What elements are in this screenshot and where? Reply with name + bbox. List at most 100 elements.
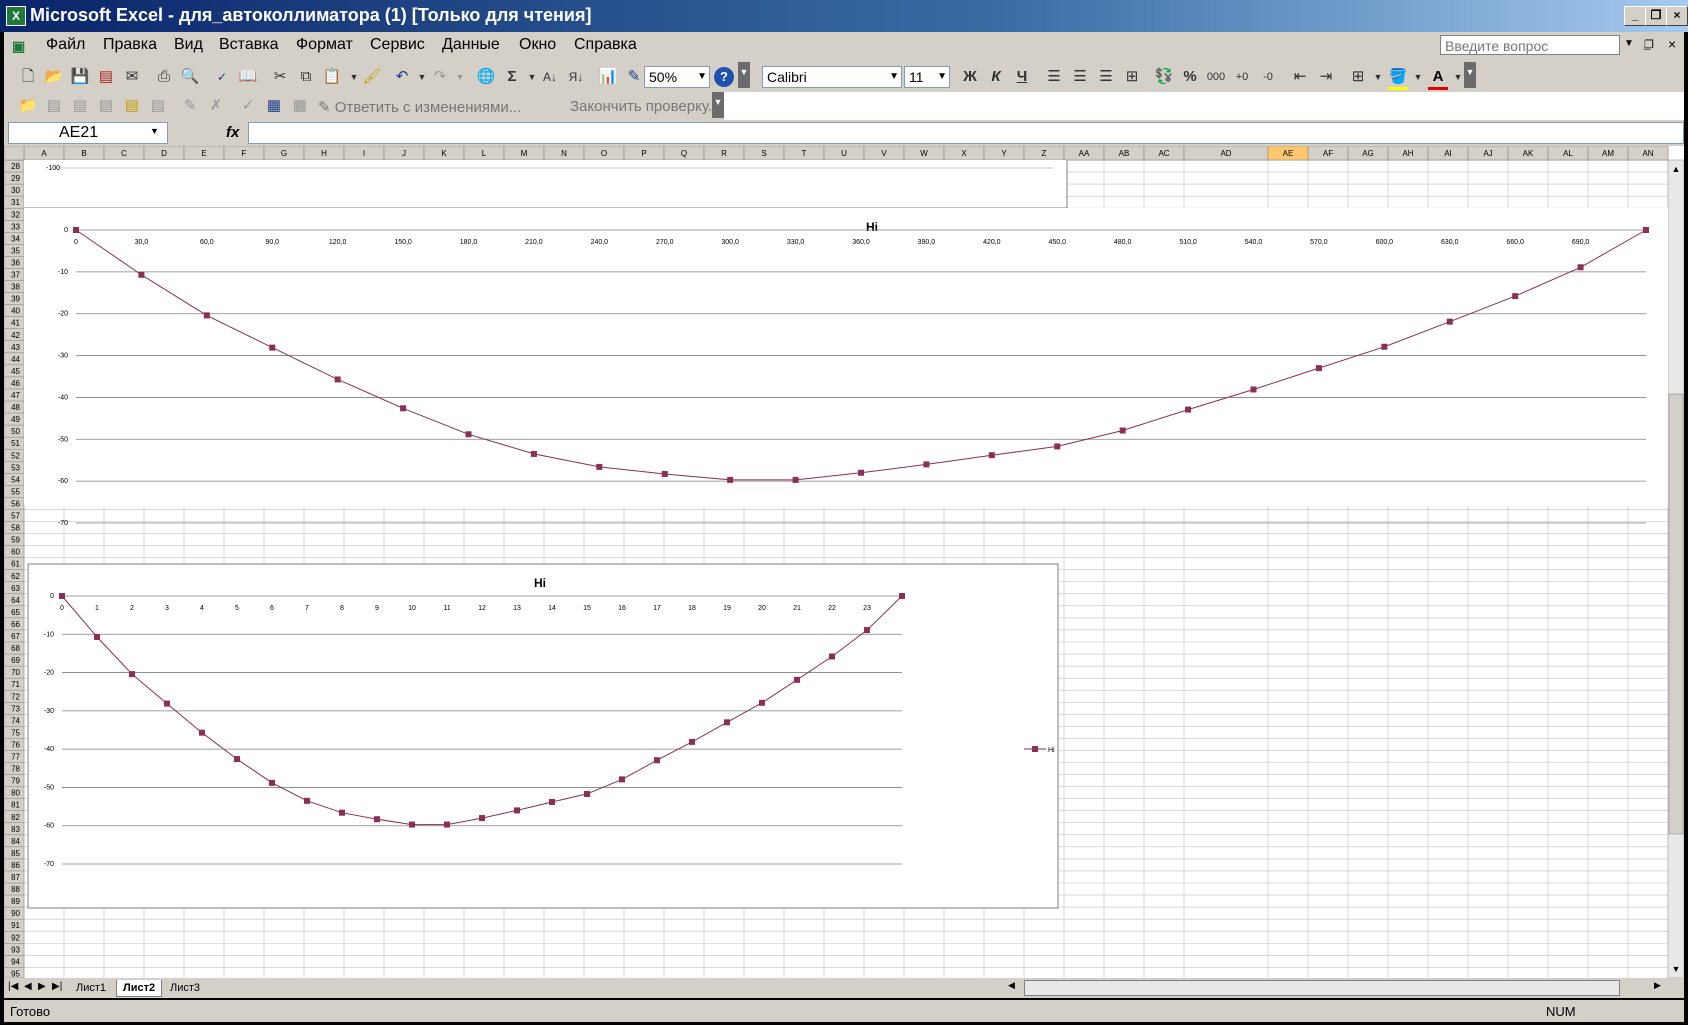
align-center-icon[interactable]: ☰ xyxy=(1070,67,1090,87)
percent-button[interactable]: % xyxy=(1180,67,1200,87)
reply-with-changes-button[interactable]: ✎ Ответить с изменениями... xyxy=(318,98,521,116)
autosum-icon[interactable]: Σ xyxy=(502,67,522,87)
menu-view[interactable]: Вид xyxy=(174,36,203,54)
reviewing-pane-icon[interactable]: ▦ xyxy=(264,96,284,116)
font-name-select[interactable]: Calibri ▼ xyxy=(762,66,902,88)
next-sheet-icon[interactable]: ▶ xyxy=(38,981,46,992)
menu-file[interactable]: Файл xyxy=(46,36,85,54)
delete-comment-icon[interactable]: ✗ xyxy=(206,96,226,116)
hscroll-left-icon[interactable]: ◀ xyxy=(1008,980,1018,994)
sheet-tab-2[interactable]: Лист2 xyxy=(116,980,163,997)
chart-wizard-icon[interactable]: 📊 xyxy=(598,67,618,87)
edit-comment-icon[interactable]: ✎ xyxy=(180,96,200,116)
doc-restore-icon[interactable]: ❐ xyxy=(1644,38,1654,51)
autosum-dropdown-icon[interactable]: ▼ xyxy=(522,67,542,87)
align-right-icon[interactable]: ☰ xyxy=(1096,67,1116,87)
font-size-select[interactable]: 11 ▼ xyxy=(904,66,950,88)
redo-icon[interactable]: ↷ xyxy=(430,67,450,87)
worksheet-area[interactable]: A B C D E F G H I J K L M N O P Q R S T U V W X Y Z AA AB AC AD AE AF AG… xyxy=(4,146,1684,978)
align-left-icon[interactable]: ☰ xyxy=(1044,67,1064,87)
menu-format[interactable]: Формат xyxy=(296,36,353,54)
zoom-select[interactable]: 50% ▼ xyxy=(644,66,710,88)
formatting-toolbar-options-icon[interactable]: ▼ xyxy=(1464,62,1476,88)
document-icon[interactable]: ▣ xyxy=(12,38,25,55)
last-sheet-icon[interactable]: ▶| xyxy=(52,981,62,992)
menu-help[interactable]: Справка xyxy=(574,36,637,54)
help-icon[interactable]: ? xyxy=(714,67,734,87)
spelling-icon[interactable]: ✓ xyxy=(212,67,232,87)
increase-decimal-icon[interactable]: +0 xyxy=(1232,67,1252,87)
thousands-button[interactable]: 000 xyxy=(1206,67,1226,87)
excel-app-icon[interactable]: X xyxy=(6,6,26,26)
undo-dropdown-icon[interactable]: ▼ xyxy=(412,67,432,87)
borders-dropdown-icon[interactable]: ▼ xyxy=(1368,67,1388,87)
copy-icon[interactable]: ⧉ xyxy=(296,67,316,87)
track-changes-icon[interactable]: ✓ xyxy=(238,96,258,116)
sort-ascending-icon[interactable]: A↓ xyxy=(540,67,560,87)
cut-icon[interactable]: ✂ xyxy=(270,67,290,87)
bold-button[interactable]: Ж xyxy=(960,67,980,87)
decrease-indent-icon[interactable]: ⇤ xyxy=(1290,67,1310,87)
hscroll-right-icon[interactable]: ▶ xyxy=(1654,980,1664,994)
decrease-decimal-icon[interactable]: -0 xyxy=(1258,67,1278,87)
review-icon-5[interactable]: ▤ xyxy=(148,96,168,116)
fill-color-icon[interactable]: 🪣 xyxy=(1388,67,1408,90)
restore-icon[interactable]: ❐ xyxy=(1645,6,1667,26)
borders-icon[interactable]: ⊞ xyxy=(1348,67,1368,87)
folder-icon[interactable]: 📁 xyxy=(18,96,38,116)
review-icon-3[interactable]: ▤ xyxy=(96,96,116,116)
toolbar-options-icon[interactable]: ▼ xyxy=(738,62,750,88)
paste-icon[interactable]: 📋 xyxy=(322,67,342,87)
format-painter-icon[interactable]: 🖌 xyxy=(362,67,382,87)
menu-insert[interactable]: Вставка xyxy=(219,36,278,54)
doc-close-icon[interactable]: × xyxy=(1668,36,1676,52)
review-icon-2[interactable]: ▤ xyxy=(70,96,90,116)
font-name-dropdown-icon[interactable]: ▼ xyxy=(889,67,899,87)
paste-dropdown-icon[interactable]: ▼ xyxy=(344,67,364,87)
currency-icon[interactable]: 💱 xyxy=(1154,67,1174,87)
menu-tools[interactable]: Сервис xyxy=(370,36,425,54)
name-box[interactable]: AE21 xyxy=(8,122,168,144)
review-icon-4[interactable]: ▤ xyxy=(122,96,142,116)
ask-question-input[interactable]: Введите вопрос xyxy=(1440,35,1620,55)
new-icon[interactable]: 🗋 xyxy=(18,67,38,87)
print-icon[interactable]: ⎙ xyxy=(154,67,174,87)
menu-edit[interactable]: Правка xyxy=(103,36,157,54)
end-review-button[interactable]: Закончить проверку... xyxy=(570,98,720,115)
merge-center-icon[interactable]: ⊞ xyxy=(1122,67,1142,87)
open-icon[interactable]: 📂 xyxy=(44,67,64,87)
fill-color-dropdown-icon[interactable]: ▼ xyxy=(1408,67,1428,87)
sheet-tab-1[interactable]: Лист1 xyxy=(70,980,112,996)
drawing-icon[interactable]: ✎ xyxy=(624,67,644,87)
permission-icon[interactable]: ▤ xyxy=(96,67,116,87)
sheet-tab-3[interactable]: Лист3 xyxy=(164,980,206,996)
undo-icon[interactable]: ↶ xyxy=(392,67,412,87)
prev-sheet-icon[interactable]: ◀ xyxy=(24,981,32,992)
underline-button[interactable]: Ч xyxy=(1012,67,1032,87)
ask-dropdown-icon[interactable]: ▼ xyxy=(1624,38,1634,49)
review-icon-1[interactable]: ▤ xyxy=(44,96,64,116)
reviewing-toolbar-options-icon[interactable]: ▼ xyxy=(712,92,724,118)
menu-window[interactable]: Окно xyxy=(519,36,556,54)
font-color-icon[interactable]: A xyxy=(1428,67,1448,90)
font-size-dropdown-icon[interactable]: ▼ xyxy=(937,67,947,87)
increase-indent-icon[interactable]: ⇥ xyxy=(1316,67,1336,87)
first-sheet-icon[interactable]: |◀ xyxy=(8,981,18,992)
save-icon[interactable]: 💾 xyxy=(70,67,90,87)
print-preview-icon[interactable]: 🔍 xyxy=(180,67,200,87)
review-icon-6[interactable]: ▦ xyxy=(290,96,310,116)
menu-data[interactable]: Данные xyxy=(442,36,500,54)
hyperlink-icon[interactable]: 🌐 xyxy=(476,67,496,87)
email-icon[interactable]: ✉ xyxy=(122,67,142,87)
research-icon[interactable]: 📖 xyxy=(238,67,258,87)
name-box-dropdown-icon[interactable]: ▼ xyxy=(150,126,159,136)
zoom-dropdown-icon[interactable]: ▼ xyxy=(697,67,707,87)
fx-icon[interactable]: fx xyxy=(226,124,239,141)
redo-dropdown-icon[interactable]: ▼ xyxy=(450,67,470,87)
close-icon[interactable]: × xyxy=(1666,6,1688,26)
formula-input[interactable] xyxy=(248,122,1684,144)
sort-descending-icon[interactable]: Я↓ xyxy=(566,67,586,87)
minimize-icon[interactable]: _ xyxy=(1624,6,1646,26)
italic-button[interactable]: К xyxy=(986,67,1006,87)
horizontal-scrollbar[interactable] xyxy=(1024,980,1620,996)
